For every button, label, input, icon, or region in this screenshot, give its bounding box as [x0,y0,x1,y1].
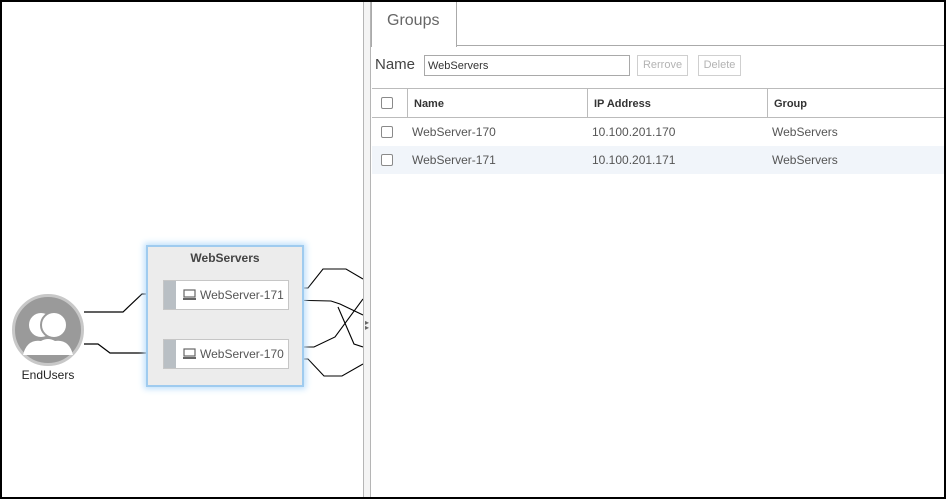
panel-splitter[interactable]: ▸ ▸ [363,2,371,497]
server-node-ws170[interactable]: WebServer-170 [163,339,289,369]
group-webservers[interactable]: WebServers WebServer-171 WebServer-170 [146,245,304,387]
cell-ip: 10.100.201.171 [592,153,676,167]
table-row[interactable]: WebServer-170 10.100.201.170 WebServers [372,118,944,146]
server-label: WebServer-170 [200,347,284,361]
cell-name: WebServer-171 [412,153,496,167]
tab-groups[interactable]: Groups [371,2,457,47]
group-title: WebServers [190,251,260,265]
table-header: Name IP Address Group [372,88,944,118]
cell-ip: 10.100.201.170 [592,125,676,139]
delete-button[interactable]: Delete [698,55,741,76]
server-label: WebServer-171 [200,288,284,302]
server-handle [164,340,176,368]
app-window: EndUsers WebServers WebServer-171 WebSer… [0,0,946,499]
column-header-name[interactable]: Name [407,89,587,118]
monitor-icon [183,289,196,300]
column-header-ip[interactable]: IP Address [587,89,767,118]
tab-bar: Groups [371,2,944,47]
users-icon [23,311,73,355]
server-handle [164,281,176,309]
monitor-icon [183,348,196,359]
column-header-group[interactable]: Group [767,89,944,118]
endusers-node[interactable] [12,294,84,366]
cell-group: WebServers [772,153,838,167]
server-node-ws171[interactable]: WebServer-171 [163,280,289,310]
name-label: Name [375,56,416,73]
table-row[interactable]: WebServer-171 10.100.201.171 WebServers [372,146,944,174]
members-table: Name IP Address Group WebServer-170 10.1… [372,88,944,174]
diagram-canvas[interactable]: EndUsers WebServers WebServer-171 WebSer… [2,2,363,497]
row-checkbox[interactable] [381,126,393,138]
details-panel: Groups Name Rerrove Delete Name IP Addre… [371,2,944,497]
row-checkbox-cell [372,146,407,174]
cell-group: WebServers [772,125,838,139]
name-row: Name Rerrove Delete [371,54,944,80]
group-name-input[interactable] [424,55,630,76]
tab-groups-label: Groups [387,12,440,29]
cell-name: WebServer-170 [412,125,496,139]
header-checkbox-cell [372,89,407,118]
select-all-checkbox[interactable] [381,97,393,109]
collapse-arrow-icon[interactable]: ▸ ▸ [364,319,370,332]
row-checkbox-cell [372,118,407,146]
remove-button[interactable]: Rerrove [637,55,688,76]
row-checkbox[interactable] [381,154,393,166]
endusers-label: EndUsers [21,368,75,382]
